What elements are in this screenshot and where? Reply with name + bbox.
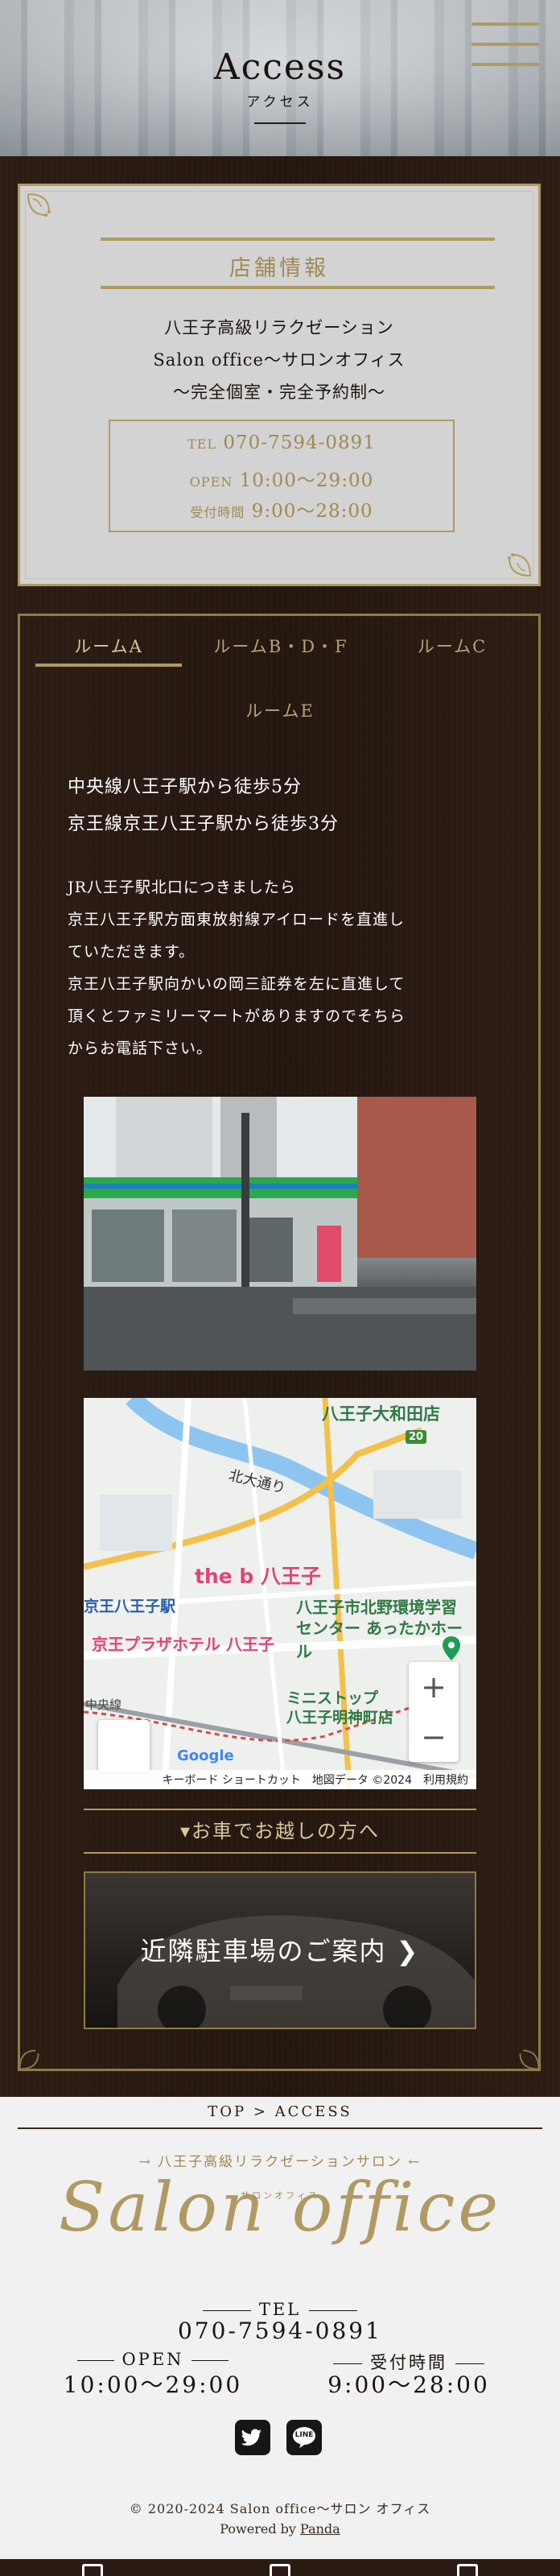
directions-line: からお電話下さい。 (68, 1040, 213, 1057)
powered-by: Powered by Panda (0, 2521, 560, 2537)
open-hours: 10:00〜29:00 (239, 470, 374, 491)
map-data-credit: 地図データ ©2024 (311, 1774, 412, 1787)
station-access-line: 京王線京王八王子駅から徒歩3分 (68, 814, 339, 834)
breadcrumb[interactable]: TOP > ACCESS (0, 2103, 560, 2120)
map-label: ミニストップ (286, 1689, 379, 1707)
open-hours-line: OPEN 10:00〜29:00 (110, 465, 453, 492)
contact-info-box: TEL 070-7594-0891 OPEN 10:00〜29:00 受付時間 … (109, 420, 455, 532)
car-access-toggle[interactable]: ▾お車でお越しの方へ (84, 1809, 476, 1854)
ornament-corner-icon (25, 191, 67, 233)
page-subtitle: アクセス (246, 94, 314, 110)
directions-line: ていただきます。 (68, 943, 196, 961)
breadcrumb-divider (18, 2127, 542, 2129)
map-pin-icon (443, 1636, 460, 1660)
map-label: the b 八王子 (195, 1565, 322, 1588)
footer-reception-hours: 9:00〜28:00 (327, 2371, 490, 2398)
title-divider (254, 122, 306, 124)
tab-room-a[interactable]: ルームA (35, 626, 182, 667)
directions-line: 京王八王子駅向かいの岡三証券を左に直進して (68, 975, 406, 993)
zoom-out-button[interactable]: − (409, 1712, 459, 1762)
directions-line: 京王八王子駅方面東放射線アイロードを直進し (68, 911, 406, 928)
home-nav-icon[interactable] (270, 2564, 290, 2576)
map-label: 京王プラザホテル 八王子 (92, 1635, 274, 1654)
map-label: 八王子市北野環境学習 (296, 1598, 457, 1617)
reception-label: 受付時間 (190, 505, 245, 520)
shop-info-card: 店舗情報 八王子高級リラクゼーション Salon office〜サロンオフィス … (18, 184, 541, 586)
map-label: 八王子明神町店 (286, 1709, 394, 1726)
ornament-corner-icon (504, 2035, 541, 2072)
map-footer: キーボード ショートカット 地図データ ©2024 利用規約 (84, 1770, 476, 1789)
footer-logo-ruby: サロンオフィス (241, 2190, 319, 2201)
storefront-photo (84, 1097, 476, 1371)
shop-description-line: 〜完全個室・完全予約制〜 (173, 382, 385, 402)
route-shield: 20 (406, 1430, 427, 1444)
reception-hours: 9:00〜28:00 (251, 501, 373, 522)
reception-hours-line: 受付時間 9:00〜28:00 (110, 495, 453, 523)
shop-description-line: 八王子高級リラクゼーション (164, 318, 394, 337)
mail-nav-icon[interactable] (457, 2564, 478, 2576)
footer-logo[interactable]: Salon office (0, 2168, 560, 2247)
ornament-corner-icon (17, 2035, 54, 2072)
map-zoom-control: + − (409, 1662, 459, 1762)
ornament-corner-icon (492, 537, 533, 579)
footer-open-label: OPEN (64, 2350, 241, 2369)
footer-open-label-text: OPEN (121, 2350, 184, 2369)
google-map[interactable]: 八王子大和田店 20 北大通り the b 八王子 八王子市北野環境学習 センタ… (84, 1398, 476, 1789)
map-label: 京王八王子駅 (84, 1598, 176, 1615)
bottom-nav-bar (0, 2559, 560, 2576)
heading-rule (101, 238, 495, 241)
directions-line: 頂くとファミリーマートがありますのでそちら (68, 1007, 406, 1025)
line-icon[interactable]: LINE (286, 2420, 322, 2455)
map-label: 中央線 (85, 1697, 122, 1712)
map-thumbnail-button[interactable] (98, 1720, 150, 1772)
line-icon-text: LINE (294, 2431, 314, 2439)
google-logo: Google (177, 1747, 234, 1764)
powered-by-link[interactable]: Panda (300, 2521, 340, 2537)
map-terms-link[interactable]: 利用規約 (423, 1772, 468, 1788)
map-keyboard-shortcut-link[interactable]: キーボード ショートカット (162, 1772, 300, 1788)
heading-rule (101, 286, 495, 289)
directions-line: JR八王子駅北口につきましたら (68, 879, 296, 896)
footer-tel-label-text: TEL (258, 2300, 302, 2319)
tab-room-e[interactable]: ルームE (208, 691, 352, 731)
station-access-line: 中央線八王子駅から徒歩5分 (68, 777, 302, 797)
copyright: © 2020-2024 Salon office〜サロン オフィス (129, 2501, 431, 2516)
tel-number[interactable]: 070-7594-0891 (223, 432, 376, 453)
phone-nav-icon[interactable] (82, 2564, 103, 2576)
tel-label: TEL (187, 436, 217, 452)
parking-guide-label: 近隣駐車場のご案内 ❯ (140, 1936, 420, 1966)
twitter-icon[interactable] (235, 2420, 270, 2455)
parking-guide-button[interactable]: 近隣駐車場のご案内 ❯ (84, 1871, 476, 2029)
hero-header: Access アクセス (0, 0, 560, 156)
tel-line[interactable]: TEL 070-7594-0891 (110, 432, 453, 453)
footer-tel-label: TEL (185, 2300, 375, 2319)
footer-tel-number[interactable]: 070-7594-0891 (0, 2318, 560, 2344)
shop-description-line: Salon office〜サロンオフィス (153, 350, 406, 370)
footer-open-hours: 10:00〜29:00 (63, 2371, 243, 2398)
tab-room-c[interactable]: ルームC (388, 626, 517, 667)
open-label: OPEN (189, 474, 233, 490)
tab-room-bdf[interactable]: ルームB・D・F (198, 626, 364, 667)
hamburger-menu-icon[interactable] (471, 23, 539, 66)
map-label: 八王子大和田店 (322, 1404, 440, 1424)
powered-by-prefix: Powered by (220, 2521, 296, 2537)
shop-heading: 店舗情報 (229, 256, 329, 281)
zoom-in-button[interactable]: + (409, 1662, 459, 1712)
